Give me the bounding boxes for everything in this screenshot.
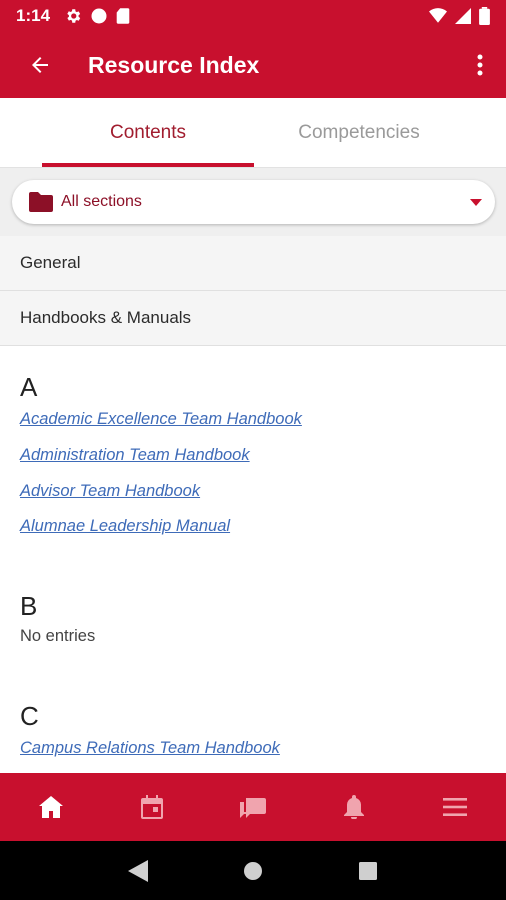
active-tab-indicator	[42, 163, 254, 167]
link-alumnae-leadership-manual[interactable]: Alumnae Leadership Manual	[20, 517, 230, 536]
link-administration-team-handbook[interactable]: Administration Team Handbook	[20, 446, 250, 465]
link-advisor-team-handbook[interactable]: Advisor Team Handbook	[20, 482, 200, 501]
home-icon	[38, 796, 63, 818]
signal-icon	[455, 8, 471, 24]
nav-menu[interactable]	[405, 773, 506, 841]
section-row-handbooks-manuals[interactable]: Handbooks & Manuals	[0, 291, 506, 346]
status-icons-right	[429, 7, 490, 25]
section-row-general[interactable]: General	[0, 236, 506, 291]
back-button[interactable]	[20, 45, 60, 85]
section-filter-dropdown[interactable]: All sections	[12, 180, 495, 224]
more-options-button[interactable]	[468, 45, 492, 85]
page-title: Resource Index	[88, 51, 260, 78]
wifi-icon	[429, 8, 447, 23]
status-icons-left	[64, 7, 130, 25]
app-bar: Resource Index	[0, 32, 506, 98]
battery-icon	[479, 7, 490, 25]
system-back-button[interactable]	[123, 856, 153, 886]
nav-calendar[interactable]	[101, 773, 202, 841]
menu-icon	[443, 798, 468, 816]
nav-notifications[interactable]	[304, 773, 405, 841]
dropdown-arrow-icon	[470, 196, 482, 208]
status-time: 1:14	[16, 6, 51, 25]
sd-card-icon	[116, 8, 130, 24]
circle-icon	[91, 8, 107, 24]
link-academic-excellence-team-handbook[interactable]: Academic Excellence Team Handbook	[20, 410, 302, 429]
settings-icon	[67, 9, 81, 23]
system-home-button[interactable]	[238, 856, 268, 886]
system-navigation-bar	[0, 841, 506, 900]
more-vert-icon	[477, 54, 483, 76]
folder-icon	[29, 192, 53, 212]
tab-competencies[interactable]: Competencies	[253, 98, 465, 168]
square-recents-icon	[359, 861, 378, 880]
index-letter-c: C	[20, 701, 39, 731]
link-campus-relations-team-handbook[interactable]: Campus Relations Team Handbook	[20, 739, 280, 758]
filter-selected-label: All sections	[61, 193, 142, 210]
index-letter-b: B	[20, 591, 38, 621]
system-recents-button[interactable]	[353, 856, 383, 886]
arrow-back-icon	[32, 57, 48, 73]
no-entries-text: No entries	[20, 627, 96, 645]
bottom-navigation	[0, 773, 506, 841]
bell-icon	[344, 795, 365, 819]
status-bar: 1:14	[0, 0, 506, 32]
chat-icon	[239, 798, 266, 818]
nav-messages[interactable]	[202, 773, 303, 841]
calendar-icon	[140, 795, 163, 819]
tab-contents[interactable]: Contents	[42, 98, 254, 168]
triangle-back-icon	[127, 859, 148, 882]
circle-home-icon	[243, 861, 262, 880]
index-letter-a: A	[20, 372, 38, 402]
nav-home[interactable]	[0, 773, 101, 841]
tab-bar: Contents Competencies	[0, 98, 506, 168]
